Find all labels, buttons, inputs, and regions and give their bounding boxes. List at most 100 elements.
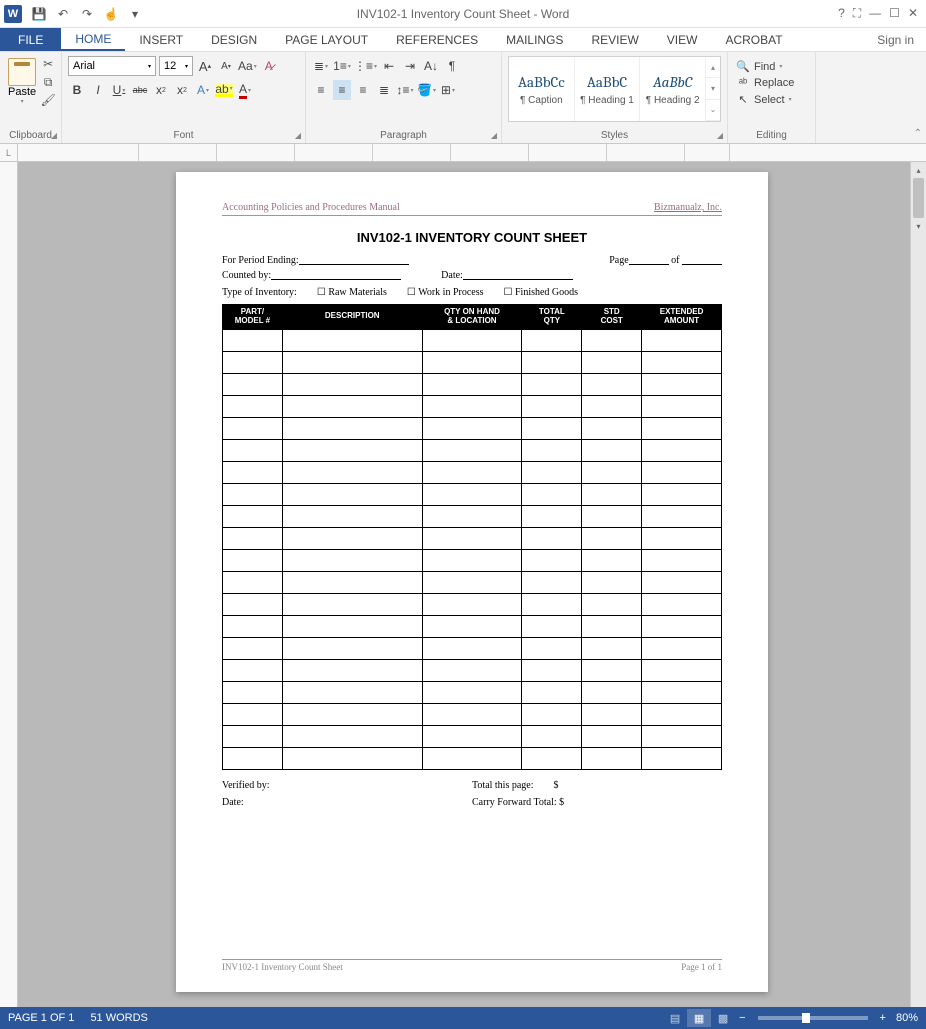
tab-mailings[interactable]: MAILINGS: [492, 28, 577, 51]
vertical-ruler[interactable]: [0, 162, 18, 1007]
table-cell[interactable]: [642, 747, 722, 769]
table-cell[interactable]: [422, 681, 522, 703]
table-cell[interactable]: [642, 527, 722, 549]
font-name-select[interactable]: Arial▾: [68, 56, 156, 76]
table-cell[interactable]: [422, 461, 522, 483]
tab-design[interactable]: DESIGN: [197, 28, 271, 51]
table-cell[interactable]: [223, 505, 283, 527]
tab-file[interactable]: FILE: [0, 28, 61, 51]
vertical-scrollbar[interactable]: ▴ ▾: [910, 162, 926, 1007]
table-cell[interactable]: [642, 637, 722, 659]
zoom-slider[interactable]: [758, 1016, 868, 1020]
style-scroll-down-icon[interactable]: ▾: [706, 78, 720, 99]
table-cell[interactable]: [422, 373, 522, 395]
align-left-button[interactable]: ≡: [312, 80, 330, 100]
table-cell[interactable]: [582, 527, 642, 549]
table-cell[interactable]: [223, 395, 283, 417]
table-cell[interactable]: [582, 593, 642, 615]
table-cell[interactable]: [422, 637, 522, 659]
table-cell[interactable]: [642, 395, 722, 417]
view-print-layout[interactable]: ▦: [687, 1009, 711, 1027]
table-cell[interactable]: [642, 593, 722, 615]
table-cell[interactable]: [422, 659, 522, 681]
table-cell[interactable]: [422, 615, 522, 637]
status-page[interactable]: PAGE 1 OF 1: [8, 1012, 74, 1024]
table-cell[interactable]: [642, 351, 722, 373]
table-cell[interactable]: [642, 681, 722, 703]
table-cell[interactable]: [582, 395, 642, 417]
italic-button[interactable]: I: [89, 80, 107, 100]
zoom-out-button[interactable]: −: [735, 1012, 749, 1024]
style-gallery-scroll[interactable]: ▴ ▾ ⌄: [706, 57, 720, 121]
table-cell[interactable]: [522, 439, 582, 461]
tab-page-layout[interactable]: PAGE LAYOUT: [271, 28, 382, 51]
table-cell[interactable]: [282, 439, 422, 461]
table-cell[interactable]: [282, 483, 422, 505]
table-cell[interactable]: [223, 373, 283, 395]
styles-launcher-icon[interactable]: ◢: [717, 131, 723, 140]
table-cell[interactable]: [522, 351, 582, 373]
touch-mode-button[interactable]: ☝: [100, 3, 122, 25]
table-cell[interactable]: [582, 703, 642, 725]
table-cell[interactable]: [522, 725, 582, 747]
table-cell[interactable]: [582, 637, 642, 659]
sort-button[interactable]: A↓: [422, 56, 440, 76]
font-launcher-icon[interactable]: ◢: [295, 131, 301, 140]
table-cell[interactable]: [282, 725, 422, 747]
table-cell[interactable]: [223, 615, 283, 637]
table-cell[interactable]: [223, 329, 283, 351]
view-read-mode[interactable]: ▤: [663, 1009, 687, 1027]
table-cell[interactable]: [642, 461, 722, 483]
table-cell[interactable]: [282, 461, 422, 483]
undo-button[interactable]: ↶: [52, 3, 74, 25]
align-center-button[interactable]: ≡: [333, 80, 351, 100]
table-cell[interactable]: [642, 417, 722, 439]
table-cell[interactable]: [422, 593, 522, 615]
underline-button[interactable]: U: [110, 80, 128, 100]
table-cell[interactable]: [642, 615, 722, 637]
table-cell[interactable]: [422, 351, 522, 373]
table-cell[interactable]: [522, 329, 582, 351]
subscript-button[interactable]: x2: [152, 80, 170, 100]
table-cell[interactable]: [582, 659, 642, 681]
text-effects-button[interactable]: A: [194, 80, 212, 100]
table-cell[interactable]: [422, 725, 522, 747]
style-caption[interactable]: AaBbCc ¶ Caption: [509, 57, 575, 121]
table-cell[interactable]: [422, 571, 522, 593]
table-cell[interactable]: [223, 549, 283, 571]
table-cell[interactable]: [522, 637, 582, 659]
shrink-font-button[interactable]: A▾: [217, 56, 235, 76]
table-cell[interactable]: [282, 549, 422, 571]
strikethrough-button[interactable]: abc: [131, 80, 149, 100]
tab-acrobat[interactable]: ACROBAT: [711, 28, 796, 51]
table-cell[interactable]: [282, 571, 422, 593]
table-cell[interactable]: [582, 747, 642, 769]
align-right-button[interactable]: ≡: [354, 80, 372, 100]
table-cell[interactable]: [522, 549, 582, 571]
table-cell[interactable]: [582, 351, 642, 373]
table-cell[interactable]: [282, 505, 422, 527]
horizontal-ruler[interactable]: [18, 144, 926, 162]
table-cell[interactable]: [582, 483, 642, 505]
table-cell[interactable]: [282, 703, 422, 725]
table-cell[interactable]: [223, 725, 283, 747]
scroll-thumb[interactable]: [913, 178, 924, 218]
table-cell[interactable]: [642, 549, 722, 571]
show-marks-button[interactable]: ¶: [443, 56, 461, 76]
style-gallery[interactable]: AaBbCc ¶ Caption AaBbC ¶ Heading 1 AaBbC…: [508, 56, 721, 122]
clipboard-launcher-icon[interactable]: ◢: [51, 131, 57, 140]
close-icon[interactable]: ✕: [908, 6, 918, 21]
table-cell[interactable]: [223, 637, 283, 659]
bullets-button[interactable]: ≣: [312, 56, 330, 76]
grow-font-button[interactable]: A▴: [196, 56, 214, 76]
table-cell[interactable]: [223, 593, 283, 615]
table-cell[interactable]: [582, 329, 642, 351]
table-cell[interactable]: [522, 373, 582, 395]
table-cell[interactable]: [223, 747, 283, 769]
table-cell[interactable]: [582, 439, 642, 461]
font-size-select[interactable]: 12▾: [159, 56, 193, 76]
table-cell[interactable]: [282, 681, 422, 703]
table-cell[interactable]: [642, 571, 722, 593]
tab-home[interactable]: HOME: [61, 28, 125, 51]
table-cell[interactable]: [422, 505, 522, 527]
